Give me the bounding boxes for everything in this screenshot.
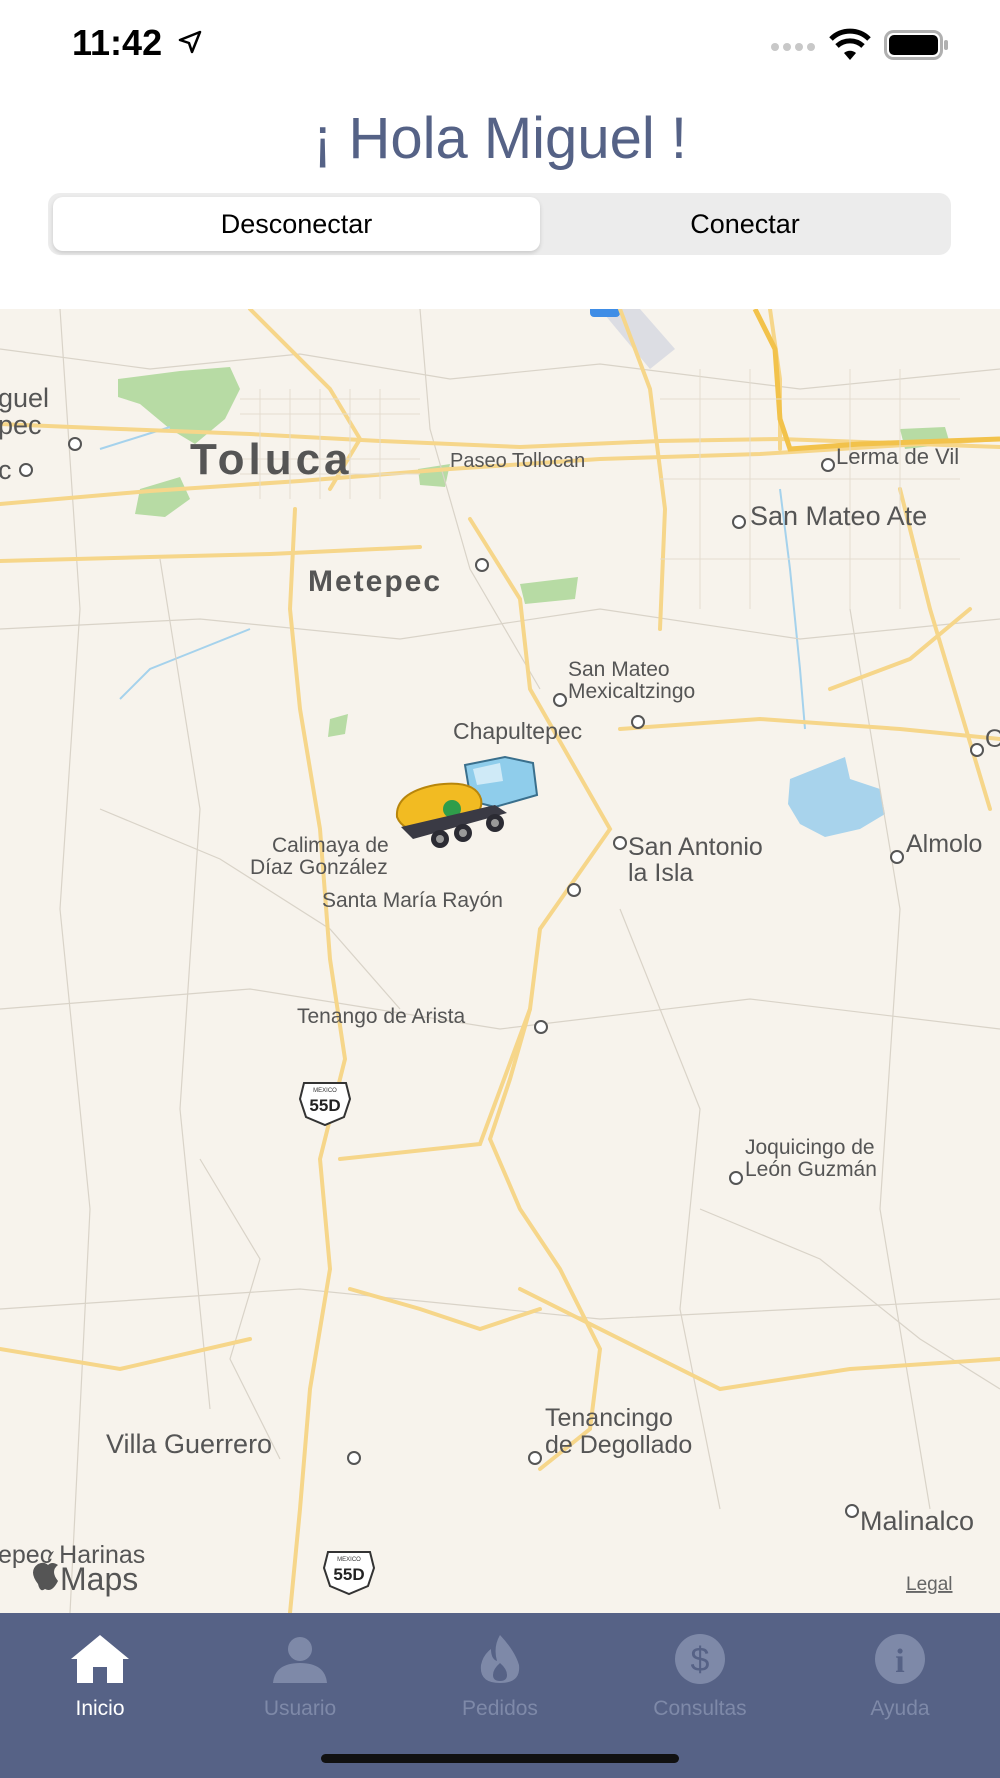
o-label: O xyxy=(985,725,1000,753)
miguel-label: guel xyxy=(0,383,49,413)
connection-segmented-control[interactable]: Desconectar Conectar xyxy=(48,193,951,255)
tab-label-inicio: Inicio xyxy=(75,1697,125,1720)
tab-label-usuario: Usuario xyxy=(263,1697,337,1720)
tab-bar: Inicio Usuario Pedidos $ Consultas i Ayu… xyxy=(0,1613,1000,1778)
battery-icon xyxy=(884,30,948,60)
san-antonio-label-2: la Isla xyxy=(628,859,693,887)
park-area xyxy=(520,577,578,604)
toluca-label: Toluca xyxy=(190,435,353,484)
paseo-label: Paseo Tollocan xyxy=(450,450,585,472)
map-view[interactable]: Toluca Metepec Paseo Tollocan Lerma de V… xyxy=(0,309,1000,1613)
delivery-truck-icon[interactable] xyxy=(395,755,539,848)
wifi-icon xyxy=(829,28,871,60)
svg-text:MEXICO: MEXICO xyxy=(337,1557,361,1563)
tab-inicio[interactable]: Inicio xyxy=(0,1633,200,1721)
tab-ayuda[interactable]: i Ayuda xyxy=(800,1633,1000,1721)
connect-segment[interactable]: Conectar xyxy=(545,197,945,251)
san-mateo-mex-label: San Mateo xyxy=(568,658,670,681)
svg-text:Maps: Maps xyxy=(60,1561,138,1597)
disconnect-segment[interactable]: Desconectar xyxy=(53,197,540,251)
calimaya-label: Calimaya de xyxy=(272,834,389,857)
flame-icon xyxy=(480,1635,520,1683)
status-bar: 11:42 xyxy=(0,0,1000,90)
signal-dots-icon xyxy=(771,43,815,51)
tab-usuario[interactable]: Usuario xyxy=(200,1633,400,1721)
location-arrow-icon xyxy=(178,30,202,54)
san-antonio-label: San Antonio xyxy=(628,833,763,861)
tab-label-consultas: Consultas xyxy=(653,1697,747,1720)
c-label: c xyxy=(0,455,12,485)
greeting-title: ¡ Hola Miguel ! xyxy=(313,106,687,171)
home-icon xyxy=(71,1635,129,1683)
highway-shield-55d: MEXICO 55D xyxy=(298,1082,352,1127)
miguel-label-2: pec xyxy=(0,410,42,440)
airport-marker xyxy=(590,309,620,317)
svg-text:$: $ xyxy=(691,1641,710,1679)
tenango-label: Tenango de Arista xyxy=(297,1005,465,1028)
lerma-label: Lerma de Vil xyxy=(836,444,959,469)
map-canvas: Toluca Metepec Paseo Tollocan Lerma de V… xyxy=(0,309,1000,1613)
tab-consultas[interactable]: $ Consultas xyxy=(600,1633,800,1721)
santa-maria-label: Santa María Rayón xyxy=(322,889,503,912)
dollar-icon: $ xyxy=(675,1634,725,1684)
metepec-label: Metepec xyxy=(308,565,442,598)
highway-shield-55d-2: MEXICO 55D xyxy=(322,1551,376,1596)
calimaya-label-2: Díaz González xyxy=(250,856,388,879)
svg-text:MEXICO: MEXICO xyxy=(313,1088,337,1094)
villa-guerrero-label: Villa Guerrero xyxy=(106,1429,272,1459)
highway xyxy=(752,309,1000,452)
san-mateo-mex-label-2: Mexicaltzingo xyxy=(568,680,695,703)
svg-text:i: i xyxy=(895,1643,904,1680)
tab-label-ayuda: Ayuda xyxy=(870,1697,930,1720)
home-indicator xyxy=(321,1754,679,1763)
joquicingo-label: Joquicingo de xyxy=(745,1136,875,1159)
malinalco-label: Malinalco xyxy=(860,1506,974,1536)
svg-text:55D: 55D xyxy=(333,1565,364,1584)
san-mateo-ate-label: San Mateo Ate xyxy=(750,501,927,531)
status-time: 11:42 xyxy=(72,22,163,63)
place-dots xyxy=(19,437,984,1518)
tab-pedidos[interactable]: Pedidos xyxy=(400,1633,600,1721)
tenancingo-label: Tenancingo xyxy=(545,1404,673,1432)
joquicingo-label-2: León Guzmán xyxy=(745,1158,877,1181)
legal-link[interactable]: Legal xyxy=(906,1574,953,1595)
tenancingo-label-2: de Degollado xyxy=(545,1431,692,1459)
chapultepec-label: Chapultepec xyxy=(453,718,582,744)
lake xyxy=(788,757,885,837)
park-area xyxy=(135,477,190,517)
park-area xyxy=(328,714,348,737)
svg-text:55D: 55D xyxy=(309,1096,340,1115)
user-icon xyxy=(273,1637,327,1683)
tab-label-pedidos: Pedidos xyxy=(462,1697,538,1720)
almolo-label: Almolo xyxy=(906,830,982,858)
info-icon: i xyxy=(875,1634,925,1684)
